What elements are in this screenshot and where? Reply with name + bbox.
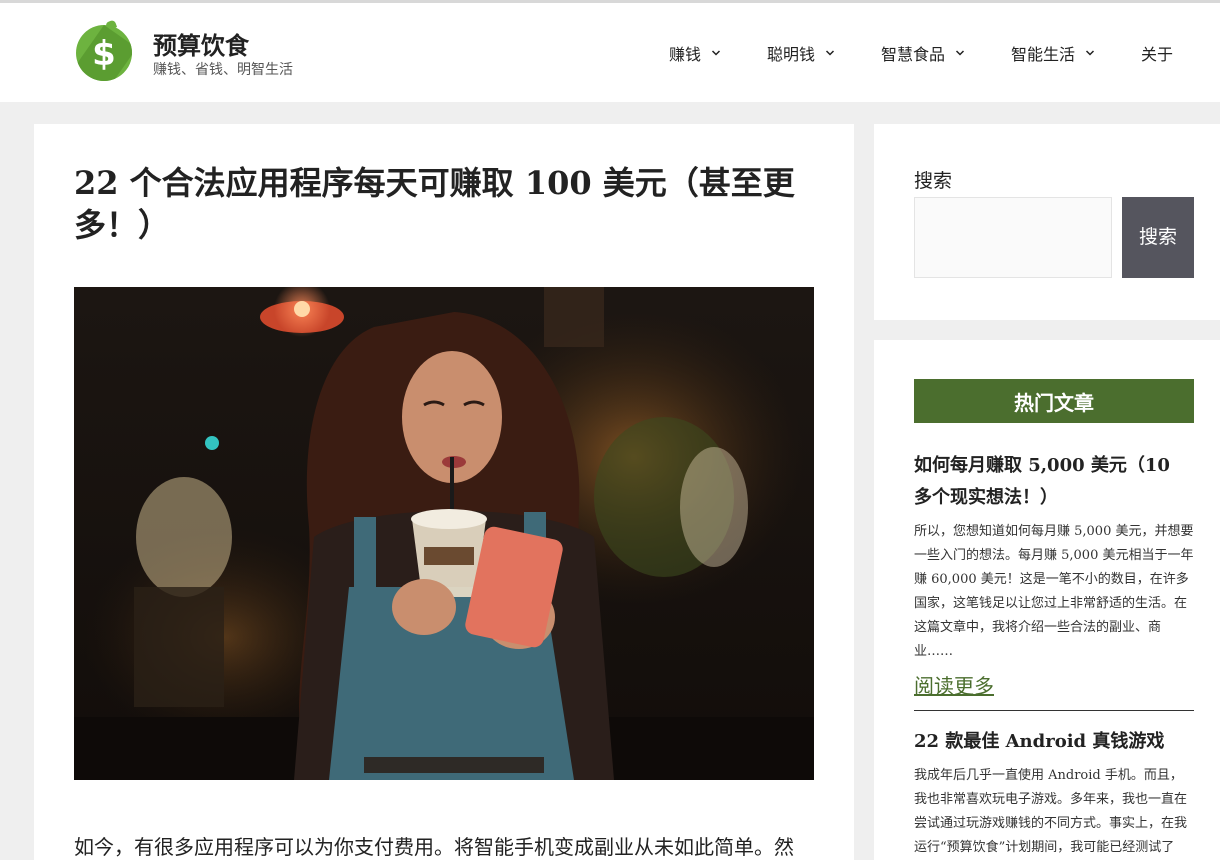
popular-post-title[interactable]: 22 款最佳 Android 真钱游戏 (914, 726, 1194, 758)
nav-item-label: 智慧食品 (881, 45, 946, 64)
nav-item-smart-money[interactable]: 聪明钱 (767, 41, 835, 65)
popular-post-divider (914, 710, 1194, 711)
post-title: 22 个合法应用程序每天可赚取 100 美元（甚至更多！） (74, 164, 795, 244)
featured-image (74, 287, 814, 780)
nav-item-about[interactable]: 关于 (1141, 41, 1173, 65)
nav-item-label: 关于 (1141, 45, 1174, 64)
popular-post-item: 22 款最佳 Android 真钱游戏 我成年后几乎一直使用 Android 手… (914, 726, 1194, 860)
search-widget: 搜索 搜索 (874, 124, 1220, 320)
read-more-link[interactable]: 阅读更多 (914, 670, 994, 699)
chevron-down-icon (955, 48, 965, 58)
nav-item-label: 智能生活 (1011, 45, 1076, 64)
nav-item-smart-living[interactable]: 智能生活 (1011, 41, 1095, 65)
chevron-down-icon (1085, 48, 1095, 58)
search-label: 搜索 (914, 170, 953, 192)
article-card: 22 个合法应用程序每天可赚取 100 美元（甚至更多！） 如今，有很多应用程序… (34, 124, 854, 860)
popular-post-title[interactable]: 如何每月赚取 5,000 美元（10 多个现实想法！） (914, 450, 1194, 514)
search-input[interactable] (914, 197, 1112, 278)
nav-item-label: 聪明钱 (767, 45, 816, 64)
popular-posts-heading: 热门文章 (914, 379, 1194, 423)
popular-post-excerpt: 所以，您想知道如何每月赚 5,000 美元，并想要一些入门的想法。每月赚 5,0… (914, 524, 1194, 659)
main-navigation: 赚钱 聪明钱 智慧食品 智能生活 关于 (0, 3, 1220, 102)
nav-item-make-money[interactable]: 赚钱 (669, 41, 721, 65)
popular-post-item: 如何每月赚取 5,000 美元（10 多个现实想法！） 所以，您想知道如何每月赚… (914, 450, 1194, 699)
nav-item-smart-food[interactable]: 智慧食品 (881, 41, 965, 65)
chevron-down-icon (825, 48, 835, 58)
popular-posts-widget: 热门文章 如何每月赚取 5,000 美元（10 多个现实想法！） 所以，您想知道… (874, 340, 1220, 860)
cafe-woman-phone-image (74, 287, 814, 780)
popular-post-excerpt: 我成年后几乎一直使用 Android 手机。而且，我也非常喜欢玩电子游戏。多年来… (914, 768, 1188, 855)
site-header: $ 预算饮食 赚钱、省钱、明智生活 赚钱 聪明钱 智慧食品 智能生活 关于 (0, 3, 1220, 102)
nav-item-label: 赚钱 (669, 45, 702, 64)
post-excerpt: 如今，有很多应用程序可以为你支付费用。将智能手机变成副业从未如此简单。然 (74, 835, 794, 859)
search-button[interactable]: 搜索 (1122, 197, 1194, 278)
chevron-down-icon (711, 48, 721, 58)
